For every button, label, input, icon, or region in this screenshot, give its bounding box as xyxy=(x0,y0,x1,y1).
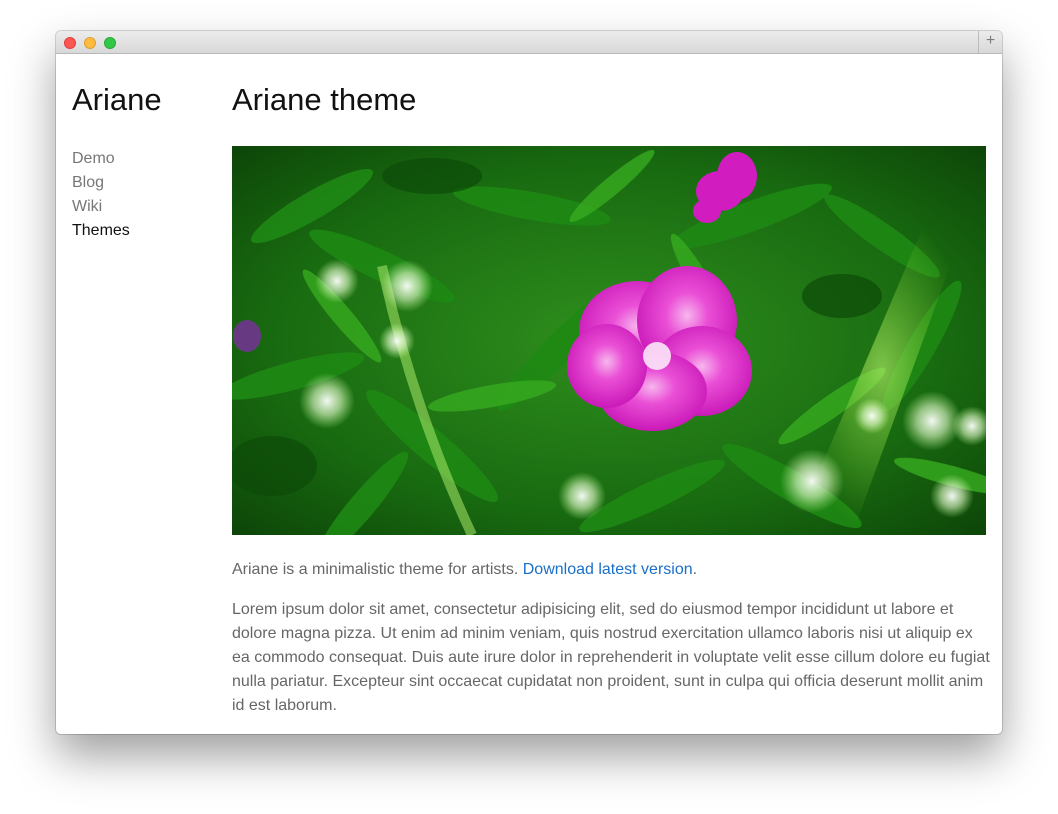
title-bar: + xyxy=(56,31,1002,54)
minimize-window-button[interactable] xyxy=(84,37,96,49)
intro-paragraph: Ariane is a minimalistic theme for artis… xyxy=(232,558,992,582)
hero-image-flower xyxy=(232,146,986,535)
lorem-ipsum-paragraph: Lorem ipsum dolor sit amet, consectetur … xyxy=(232,601,990,714)
page-content: Ariane Demo Blog Wiki Themes Ariane them… xyxy=(56,54,1002,734)
page-title: Ariane theme xyxy=(232,82,417,117)
nav-item-wiki[interactable]: Wiki xyxy=(72,195,130,219)
browser-window: + Ariane Demo Blog Wiki Themes Ariane th… xyxy=(56,31,1002,734)
nav-item-blog[interactable]: Blog xyxy=(72,171,130,195)
close-window-button[interactable] xyxy=(64,37,76,49)
intro-end: . xyxy=(692,561,698,578)
download-latest-version-link[interactable]: Download latest version xyxy=(523,561,693,578)
new-tab-button[interactable]: + xyxy=(978,31,1002,53)
maximize-window-button[interactable] xyxy=(104,37,116,49)
sidebar-nav: Demo Blog Wiki Themes xyxy=(72,147,130,243)
site-title[interactable]: Ariane xyxy=(72,80,162,120)
nav-item-themes[interactable]: Themes xyxy=(72,219,130,243)
nav-item-demo[interactable]: Demo xyxy=(72,147,130,171)
intro-text: Ariane is a minimalistic theme for artis… xyxy=(232,561,523,578)
